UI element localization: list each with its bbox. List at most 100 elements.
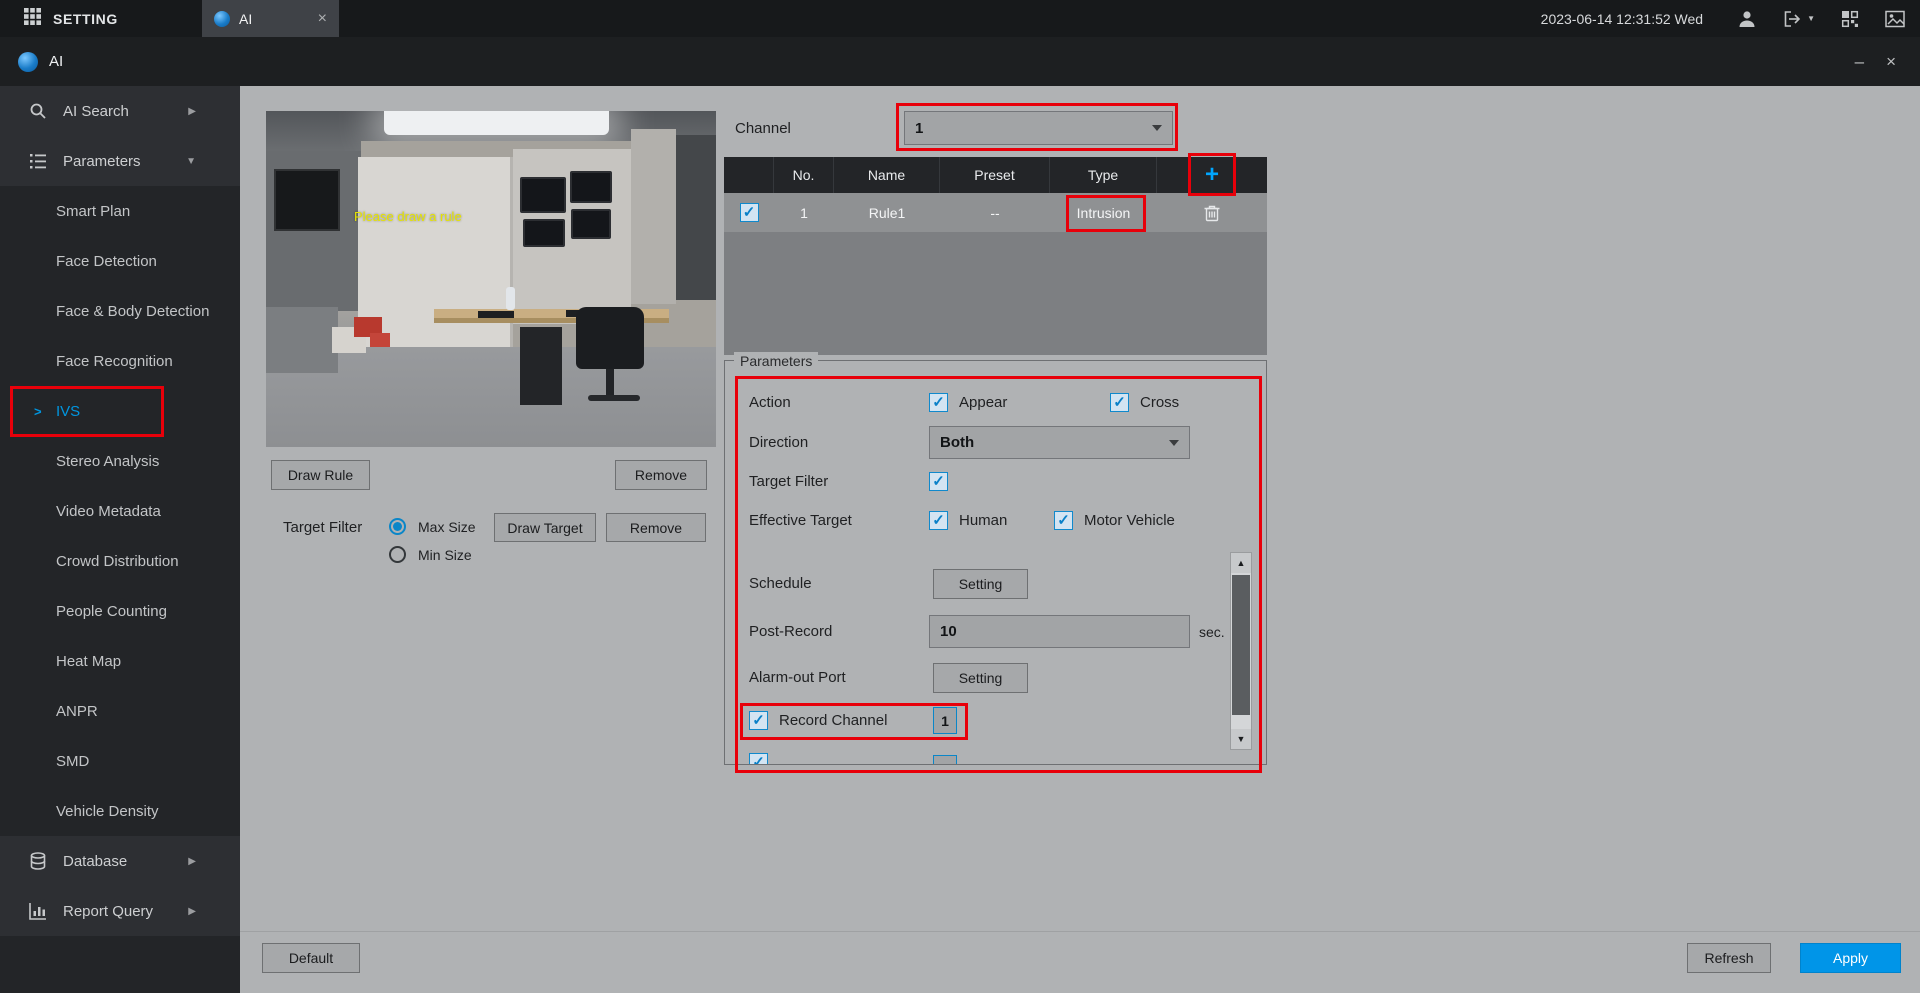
- main-content: Please draw a rule Draw Rule Remove Targ…: [240, 86, 1920, 993]
- record-channel-label: Record Channel: [779, 712, 888, 729]
- record-channel-checkbox-group[interactable]: Record Channel: [749, 711, 887, 730]
- close-button[interactable]: ×: [1886, 53, 1896, 70]
- sidebar-item-face-recognition[interactable]: Face Recognition: [0, 336, 240, 386]
- alarm-out-setting-button[interactable]: Setting: [933, 663, 1028, 693]
- human-label: Human: [959, 512, 1008, 529]
- motor-vehicle-checkbox[interactable]: [1054, 511, 1073, 530]
- apply-button[interactable]: Apply: [1800, 943, 1901, 973]
- radio-icon[interactable]: [389, 518, 406, 535]
- cross-checkbox-group[interactable]: Cross: [1110, 393, 1179, 412]
- draw-target-button[interactable]: Draw Target: [494, 513, 596, 542]
- table-empty-area: [724, 232, 1267, 355]
- scroll-thumb[interactable]: [1232, 575, 1250, 715]
- chevron-right-icon: [188, 856, 196, 867]
- sidebar-item-ivs[interactable]: IVS: [0, 386, 240, 436]
- tab-close-icon[interactable]: ×: [318, 10, 327, 27]
- human-checkbox[interactable]: [929, 511, 948, 530]
- sidebar-item-label: Face Detection: [56, 252, 157, 270]
- sidebar-item-heat-map[interactable]: Heat Map: [0, 636, 240, 686]
- direction-dropdown[interactable]: Both: [929, 426, 1190, 459]
- add-rule-button[interactable]: +: [1205, 163, 1219, 187]
- sidebar-item-crowd-distribution[interactable]: Crowd Distribution: [0, 536, 240, 586]
- channel-dropdown[interactable]: 1: [904, 111, 1173, 145]
- sidebar-item-label: Parameters: [63, 152, 141, 170]
- post-record-input[interactable]: [929, 615, 1190, 648]
- clipped-checkbox[interactable]: [749, 753, 768, 764]
- parameters-panel: Action Appear Cross Direction Both Targe…: [724, 360, 1267, 765]
- rule-checkbox[interactable]: [739, 203, 759, 222]
- scroll-down-button[interactable]: [1231, 729, 1251, 749]
- sidebar-item-anpr[interactable]: ANPR: [0, 686, 240, 736]
- apps-grid-icon[interactable]: [24, 7, 41, 30]
- record-channel-button[interactable]: 1: [933, 707, 957, 734]
- record-channel-checkbox[interactable]: [749, 711, 768, 730]
- scene-monitor: [570, 171, 612, 203]
- rule-preset: --: [990, 204, 1000, 221]
- scene-cubicle-wall: [266, 307, 338, 373]
- scroll-up-button[interactable]: [1231, 553, 1251, 573]
- remove-rule-button[interactable]: Remove: [615, 460, 707, 490]
- tab-ai[interactable]: AI ×: [202, 0, 339, 37]
- scene-red-object: [370, 333, 390, 347]
- sidebar-item-label: Stereo Analysis: [56, 452, 160, 470]
- draw-rule-button[interactable]: Draw Rule: [271, 460, 370, 490]
- target-filter-checkbox[interactable]: [929, 472, 948, 491]
- remove-target-button[interactable]: Remove: [606, 513, 706, 542]
- min-size-radio[interactable]: Min Size: [389, 546, 472, 563]
- draw-rule-hint-text: Please draw a rule: [354, 209, 462, 224]
- sidebar-item-smd[interactable]: SMD: [0, 736, 240, 786]
- sidebar-item-ai-search[interactable]: AI Search: [0, 86, 240, 136]
- globe-icon: [214, 10, 230, 27]
- sidebar-item-people-counting[interactable]: People Counting: [0, 586, 240, 636]
- schedule-setting-button[interactable]: Setting: [933, 569, 1028, 599]
- camera-preview[interactable]: Please draw a rule: [266, 111, 716, 447]
- scene-keyboard: [478, 311, 514, 318]
- appear-checkbox[interactable]: [929, 393, 948, 412]
- sidebar-item-face-body-detection[interactable]: Face & Body Detection: [0, 286, 240, 336]
- rule-no: 1: [800, 204, 808, 221]
- post-record-unit: sec.: [1199, 624, 1225, 640]
- target-filter-label: Target Filter: [283, 519, 363, 536]
- sidebar-item-label: Video Metadata: [56, 502, 161, 520]
- refresh-button[interactable]: Refresh: [1687, 943, 1771, 973]
- cross-label: Cross: [1140, 394, 1180, 411]
- sidebar-item-report-query[interactable]: Report Query: [0, 886, 240, 936]
- header-checkbox-col: [724, 157, 774, 193]
- parameters-group-title: Parameters: [734, 352, 819, 370]
- post-record-label: Post-Record: [749, 623, 833, 640]
- default-button[interactable]: Default: [262, 943, 360, 973]
- active-chevron-icon: [34, 404, 42, 419]
- scene-wall-tv: [274, 169, 340, 231]
- delete-rule-icon[interactable]: [1204, 204, 1220, 222]
- sidebar-item-database[interactable]: Database: [0, 836, 240, 886]
- footer-divider: [240, 931, 1920, 932]
- radio-icon[interactable]: [389, 546, 406, 563]
- max-size-radio[interactable]: Max Size: [389, 518, 476, 535]
- minimize-button[interactable]: –: [1855, 53, 1864, 70]
- user-icon[interactable]: [1737, 9, 1757, 29]
- target-filter-checkbox-group[interactable]: [929, 472, 948, 491]
- sidebar-item-smart-plan[interactable]: Smart Plan: [0, 186, 240, 236]
- search-icon: [28, 101, 50, 121]
- motor-vehicle-checkbox-group[interactable]: Motor Vehicle: [1054, 511, 1175, 530]
- wallpaper-icon[interactable]: [1885, 10, 1905, 28]
- setting-menu[interactable]: SETTING: [24, 0, 118, 37]
- parameters-scrollbar[interactable]: [1230, 552, 1252, 750]
- clipped-channel-button[interactable]: [933, 755, 957, 764]
- scene-pc-tower: [520, 327, 562, 405]
- appear-checkbox-group[interactable]: Appear: [929, 393, 1007, 412]
- cross-checkbox[interactable]: [1110, 393, 1129, 412]
- sidebar-item-label: Report Query: [63, 902, 154, 920]
- header-add-col: +: [1157, 157, 1267, 193]
- sidebar-item-video-metadata[interactable]: Video Metadata: [0, 486, 240, 536]
- table-row[interactable]: 1 Rule1 -- Intrusion: [724, 193, 1267, 232]
- sidebar-item-vehicle-density[interactable]: Vehicle Density: [0, 786, 240, 836]
- sidebar-item-parameters[interactable]: Parameters: [0, 136, 240, 186]
- qr-code-icon[interactable]: [1841, 10, 1859, 28]
- human-checkbox-group[interactable]: Human: [929, 511, 1007, 530]
- scroll-track[interactable]: [1231, 573, 1251, 729]
- logout-icon[interactable]: ▼: [1783, 10, 1815, 28]
- scene-monitor: [571, 209, 611, 239]
- sidebar-item-face-detection[interactable]: Face Detection: [0, 236, 240, 286]
- sidebar-item-stereo-analysis[interactable]: Stereo Analysis: [0, 436, 240, 486]
